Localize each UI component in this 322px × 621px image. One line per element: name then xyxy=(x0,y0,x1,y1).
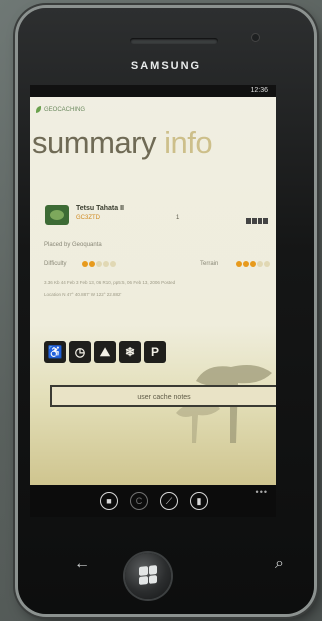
snowflake-icon[interactable]: ❄ xyxy=(119,341,141,363)
rating-star xyxy=(89,261,95,267)
log-button[interactable]: ▮ xyxy=(190,492,208,510)
start-button[interactable] xyxy=(125,553,171,599)
attribute-icons: ♿ ◷ ⛰ ❄ P xyxy=(44,341,166,363)
rating-star xyxy=(236,261,242,267)
parking-icon[interactable]: P xyxy=(144,341,166,363)
cache-code: GC3ZTD xyxy=(76,215,100,221)
compass-button[interactable]: C xyxy=(130,492,148,510)
terrain-rating xyxy=(236,261,270,267)
more-options-icon[interactable]: ••• xyxy=(256,487,268,497)
screen: 12:36 GEOCACHING summary info Tetsu Taha… xyxy=(30,85,276,485)
navigate-button[interactable]: ⟋ xyxy=(160,492,178,510)
difficulty-rating xyxy=(82,261,116,267)
rating-star xyxy=(103,261,109,267)
search-icon[interactable]: ⌕ xyxy=(275,555,284,573)
terrain-label: Terrain xyxy=(200,261,219,267)
back-icon[interactable]: ← xyxy=(74,555,90,573)
hiking-icon[interactable]: ⛰ xyxy=(94,341,116,363)
rating-star xyxy=(264,261,270,267)
map-button[interactable]: ■ xyxy=(100,492,118,510)
status-bar: 12:36 xyxy=(30,85,276,97)
wheelchair-icon[interactable]: ♿ xyxy=(44,341,66,363)
earpiece-speaker xyxy=(130,38,218,44)
hidden-info: 3.36 Kb 44 Feb 3 Feb 13, 06 R10, pp5:5, … xyxy=(44,280,176,285)
difficulty-label: Difficulty xyxy=(44,261,67,267)
cache-type-icon xyxy=(45,205,69,225)
rating-star xyxy=(243,261,249,267)
favorites-count: 1 xyxy=(176,215,180,221)
status-time: 12:36 xyxy=(250,87,268,94)
page-title-sub: info xyxy=(164,125,213,160)
placed-by: Placed by Geoquanta xyxy=(44,242,102,248)
rating-star xyxy=(110,261,116,267)
application-bar: ■ C ⟋ ▮ ••• xyxy=(30,485,276,517)
page-title-main: summary xyxy=(32,125,156,160)
app-name: GEOCACHING xyxy=(44,107,86,113)
page-title: summary info xyxy=(32,125,213,161)
cache-size-icon xyxy=(246,218,268,224)
rating-star xyxy=(257,261,263,267)
rating-star xyxy=(96,261,102,267)
clock-icon[interactable]: ◷ xyxy=(69,341,91,363)
rating-star xyxy=(82,261,88,267)
front-camera xyxy=(252,34,259,41)
rating-star xyxy=(250,261,256,267)
windows-logo-icon xyxy=(139,565,157,585)
brand-logo: SAMSUNG xyxy=(130,60,202,72)
location-info: Location N 47° 40.887' W 122° 22.882' xyxy=(44,292,122,297)
user-cache-notes-button[interactable]: user cache notes xyxy=(50,385,276,407)
cache-name[interactable]: Tetsu Tahata II xyxy=(76,205,124,212)
